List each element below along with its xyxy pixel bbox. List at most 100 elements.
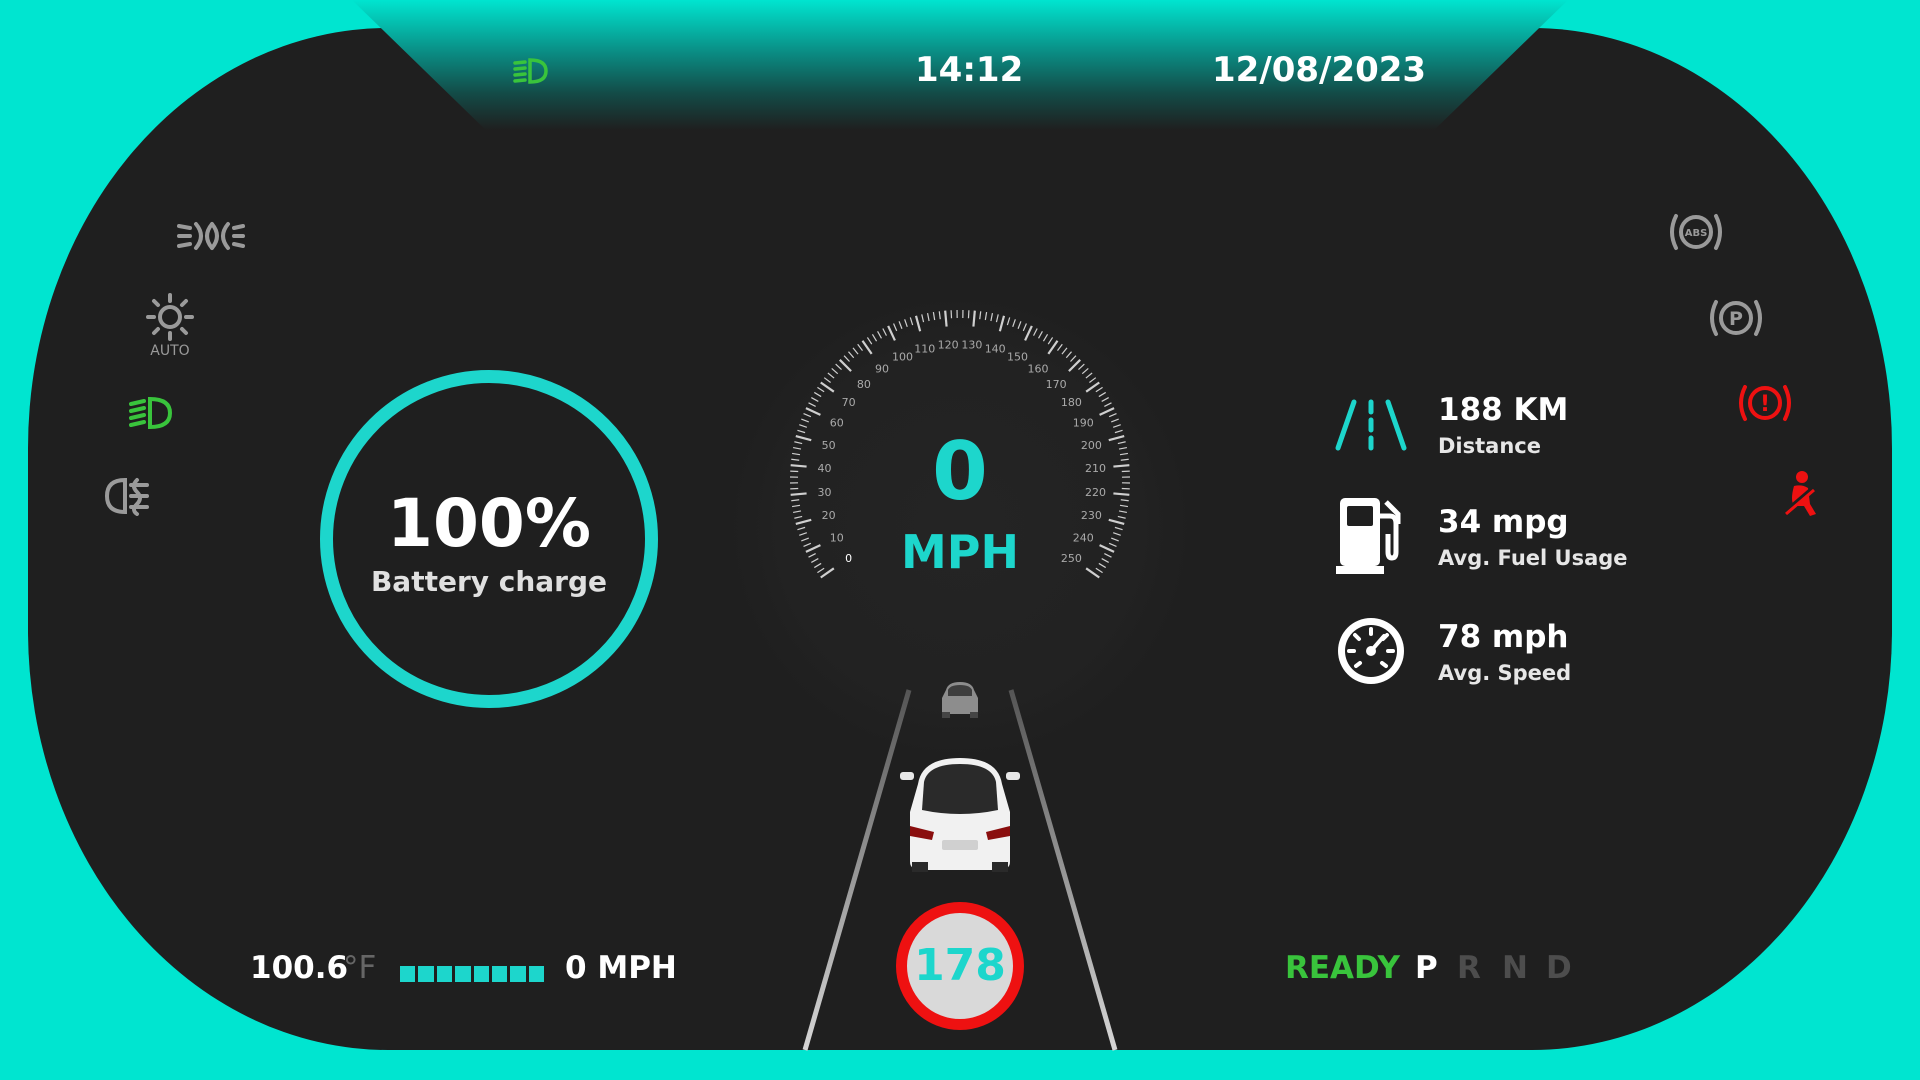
gauge-minor-tick bbox=[1078, 363, 1085, 370]
gauge-minor-tick bbox=[813, 562, 822, 569]
gauge-tick-label: 150 bbox=[1007, 351, 1028, 364]
gauge-minor-tick bbox=[808, 553, 816, 558]
gauge-minor-tick bbox=[1065, 351, 1072, 359]
gauge-minor-tick bbox=[1042, 333, 1049, 342]
gauge-major-tick bbox=[887, 325, 896, 341]
gauge-minor-tick bbox=[893, 323, 898, 332]
ego-vehicle-icon bbox=[900, 758, 1020, 872]
gauge-minor-tick bbox=[1081, 368, 1089, 375]
rear-fog-light-icon bbox=[104, 477, 149, 516]
temperature-bar-segment bbox=[418, 966, 434, 982]
gauge-tick-label: 120 bbox=[938, 339, 959, 352]
gauge-minor-tick bbox=[831, 368, 839, 375]
gauge-minor-tick bbox=[882, 328, 887, 336]
battery-percentage: 100% bbox=[387, 485, 591, 562]
distance-label: Distance bbox=[1438, 434, 1541, 458]
gauge-minor-tick bbox=[797, 429, 806, 434]
gauge-minor-tick bbox=[1047, 337, 1054, 345]
gauge-tick-label: 60 bbox=[830, 417, 844, 430]
gear-d[interactable]: D bbox=[1546, 950, 1572, 986]
gauge-major-tick bbox=[805, 544, 821, 553]
gauge-minor-tick bbox=[1104, 553, 1112, 558]
ready-status: READY bbox=[1285, 950, 1400, 986]
gauge-tick-label: 190 bbox=[1073, 417, 1094, 430]
gauge-major-tick bbox=[972, 310, 976, 327]
gauge-tick-label: 130 bbox=[961, 339, 982, 352]
gauge-minor-tick bbox=[1095, 567, 1103, 574]
gauge-minor-tick bbox=[801, 418, 809, 423]
gauge-tick-label: 10 bbox=[830, 531, 844, 544]
gauge-minor-tick bbox=[871, 333, 878, 342]
gauge-major-tick bbox=[1113, 492, 1130, 496]
fuel-pump-icon bbox=[1336, 498, 1401, 574]
gauge-tick-label: 140 bbox=[985, 343, 1006, 356]
gauge-minor-tick bbox=[803, 542, 812, 547]
gauge-minor-tick bbox=[794, 441, 803, 445]
fuel-usage-value: 34 mpg bbox=[1438, 504, 1569, 540]
gauge-minor-tick bbox=[1104, 402, 1112, 407]
temperature-bar-segment bbox=[436, 966, 453, 982]
parking-lights-icon bbox=[177, 222, 245, 250]
gauge-minor-tick bbox=[823, 377, 831, 383]
gear-r[interactable]: R bbox=[1457, 950, 1481, 986]
avg-speed-value: 78 mph bbox=[1438, 619, 1569, 655]
temperature-bar-segment bbox=[510, 966, 526, 982]
gauge-minor-tick bbox=[938, 311, 941, 320]
gauge-tick-label: 210 bbox=[1085, 462, 1106, 475]
temperature-bar-segment bbox=[400, 966, 416, 982]
gauge-minor-tick bbox=[877, 331, 882, 339]
gauge-major-tick bbox=[944, 310, 948, 327]
speedometer-icon bbox=[1338, 618, 1404, 684]
distance-value: 188 KM bbox=[1438, 392, 1569, 428]
gauge-minor-tick bbox=[797, 526, 806, 531]
gauge-tick-label: 200 bbox=[1081, 439, 1102, 452]
gauge-minor-tick bbox=[794, 515, 803, 519]
battery-label: Battery charge bbox=[370, 565, 608, 598]
gauge-minor-tick bbox=[1120, 458, 1129, 461]
gauge-minor-tick bbox=[1085, 372, 1093, 379]
gauge-major-tick bbox=[1108, 518, 1125, 526]
gauge-major-tick bbox=[795, 518, 812, 526]
gauge-tick-label: 80 bbox=[857, 378, 871, 391]
gauge-minor-tick bbox=[803, 413, 812, 418]
gauge-major-tick bbox=[805, 407, 821, 416]
gauge-minor-tick bbox=[1118, 446, 1127, 450]
gauge-tick-label: 110 bbox=[914, 343, 935, 356]
low-beam-icon bbox=[129, 396, 173, 430]
gauge-minor-tick bbox=[1117, 441, 1126, 445]
gauge-minor-tick bbox=[791, 452, 801, 456]
gauge-major-tick bbox=[1024, 325, 1033, 341]
current-speed-text: 0 MPH bbox=[565, 950, 677, 986]
gauge-minor-tick bbox=[1017, 321, 1022, 329]
gauge-tick-label: 170 bbox=[1046, 378, 1067, 391]
gauge-minor-tick bbox=[1108, 542, 1117, 547]
gauge-minor-tick bbox=[1022, 323, 1027, 332]
gear-n[interactable]: N bbox=[1502, 950, 1528, 986]
gauge-minor-tick bbox=[990, 313, 994, 322]
gauge-tick-label: 160 bbox=[1028, 363, 1049, 376]
gauge-minor-tick bbox=[1033, 328, 1038, 336]
gauge-minor-tick bbox=[1101, 558, 1109, 563]
gauge-tick-label: 30 bbox=[818, 486, 832, 499]
gear-p[interactable]: P bbox=[1415, 950, 1438, 986]
gauge-minor-tick bbox=[1098, 391, 1107, 398]
gauge-tick-label: 220 bbox=[1085, 486, 1106, 499]
temperature-unit: °F bbox=[343, 950, 377, 986]
temperature-value: 100.6 bbox=[250, 950, 349, 986]
gauge-major-tick bbox=[790, 492, 807, 496]
abs-text: ABS bbox=[1685, 228, 1708, 239]
gauge-tick-label: 70 bbox=[842, 396, 856, 409]
temperature-bar bbox=[400, 966, 544, 982]
gauge-minor-tick bbox=[1108, 413, 1117, 418]
gauge-minor-tick bbox=[852, 347, 859, 355]
gauge-minor-tick bbox=[1119, 504, 1129, 508]
gauge-tick-label: 0 bbox=[845, 552, 852, 565]
gauge-minor-tick bbox=[1098, 562, 1107, 569]
gauge-major-tick bbox=[795, 434, 812, 442]
gauge-minor-tick bbox=[926, 313, 930, 322]
gauge-minor-tick bbox=[1114, 429, 1123, 434]
gauge-minor-tick bbox=[1095, 386, 1103, 393]
gauge-minor-tick bbox=[1070, 355, 1077, 362]
gauge-minor-tick bbox=[791, 458, 800, 461]
gauge-minor-tick bbox=[932, 311, 936, 321]
